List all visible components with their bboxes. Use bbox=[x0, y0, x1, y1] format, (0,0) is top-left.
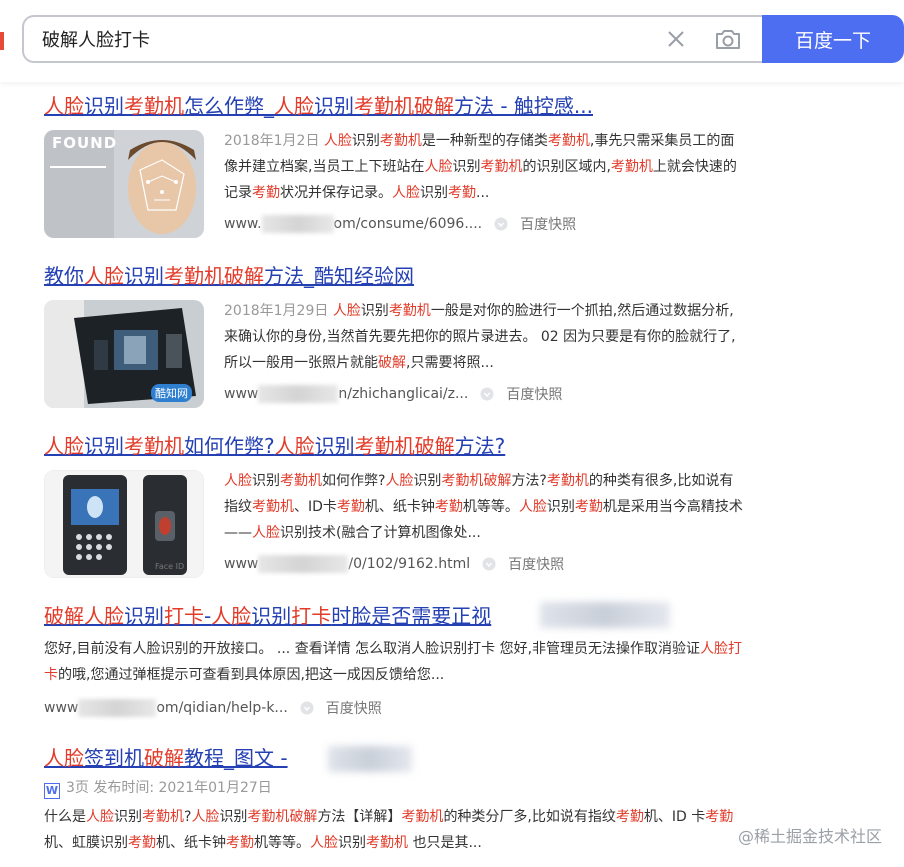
result-snippet: 人脸识别考勤机如何作弊?人脸识别考勤机破解方法?考勤机的种类有很多,比如说有指纹… bbox=[224, 473, 743, 541]
blurred-domain bbox=[261, 215, 334, 233]
result-source: www/0/102/9162.html 百度快照 bbox=[224, 552, 564, 576]
snapshot-link[interactable]: 百度快照 bbox=[506, 384, 562, 404]
result-snippet: 2018年1月29日 人脸识别考勤机一般是对你的脸进行一个抓拍,然后通过数据分析… bbox=[224, 303, 736, 371]
snapshot-link[interactable]: 百度快照 bbox=[508, 554, 564, 574]
shield-icon bbox=[494, 217, 508, 231]
blurred-title-tail bbox=[328, 746, 412, 772]
search-result: 人脸识别考勤机如何作弊?人脸识别考勤机破解方法? Face ID 人脸识别考勤机… bbox=[44, 432, 744, 578]
result-title[interactable]: 人脸识别考勤机怎么作弊_人脸识别考勤机破解方法 - 触控感... bbox=[44, 92, 744, 120]
search-header: 百度一下 bbox=[0, 0, 904, 82]
result-source: www om/qidian/help-k... 百度快照 bbox=[44, 696, 382, 720]
snapshot-link[interactable]: 百度快照 bbox=[520, 214, 576, 234]
shield-icon bbox=[482, 557, 496, 571]
result-title[interactable]: 破解人脸识别打卡-人脸识别打卡时脸是否需要正视 bbox=[44, 602, 544, 630]
logo-fragment bbox=[0, 32, 4, 50]
result-url-prefix[interactable]: www bbox=[224, 556, 258, 572]
search-result: 破解人脸识别打卡-人脸识别打卡时脸是否需要正视 您好,目前没有人脸识别的开放接口… bbox=[44, 602, 764, 717]
result-url[interactable]: /0/102/9162.html bbox=[348, 556, 470, 572]
result-thumbnail[interactable]: 酷知网 bbox=[44, 300, 204, 408]
result-url-prefix[interactable]: www bbox=[44, 700, 78, 716]
result-title[interactable]: 人脸识别考勤机如何作弊?人脸识别考勤机破解方法? bbox=[44, 432, 744, 460]
thumbnail-caption: Face ID bbox=[155, 562, 185, 571]
result-url-prefix[interactable]: www. bbox=[224, 216, 262, 232]
shield-icon bbox=[300, 701, 314, 715]
result-url[interactable]: n/zhichanglicai/z... bbox=[338, 386, 468, 402]
blurred-domain bbox=[258, 555, 349, 573]
snapshot-link[interactable]: 百度快照 bbox=[326, 698, 382, 718]
result-snippet: 什么是人脸识别考勤机?人脸识别考勤机破解方法【详解】考勤机的种类分厂多,比如说有… bbox=[44, 809, 734, 851]
search-result: 人脸签到机破解教程_图文 - W 3页 发布时间: 2021年01月27日 什么是… bbox=[44, 744, 764, 851]
result-thumbnail[interactable]: FOUND bbox=[44, 130, 204, 238]
result-url[interactable]: om/consume/6096.... bbox=[334, 216, 483, 232]
word-doc-icon: W bbox=[44, 783, 60, 799]
result-url[interactable]: om/qidian/help-k... bbox=[156, 700, 287, 716]
result-url-prefix[interactable]: www bbox=[224, 386, 258, 402]
result-title[interactable]: 人脸签到机破解教程_图文 - bbox=[44, 744, 334, 772]
camera-icon[interactable] bbox=[714, 26, 742, 52]
blurred-domain bbox=[258, 385, 339, 403]
result-thumbnail[interactable]: Face ID bbox=[44, 470, 204, 578]
search-input[interactable] bbox=[42, 17, 642, 61]
result-title[interactable]: 教你人脸识别考勤机破解方法_酷知经验网 bbox=[44, 262, 744, 290]
search-result: 教你人脸识别考勤机破解方法_酷知经验网 酷知网 2018年1月29日 人脸识别考… bbox=[44, 262, 744, 408]
search-box bbox=[22, 15, 764, 63]
result-source: www. om/consume/6096.... 百度快照 bbox=[224, 212, 576, 236]
shield-icon bbox=[480, 387, 494, 401]
blurred-title-tail bbox=[540, 602, 670, 628]
clear-icon[interactable] bbox=[664, 27, 688, 51]
site-watermark: @稀土掘金技术社区 bbox=[737, 827, 882, 846]
result-meta: W 3页 发布时间: 2021年01月27日 bbox=[44, 780, 272, 799]
result-snippet: 您好,目前没有人脸识别的开放接口。 ... 查看详情 怎么取消人脸识别打卡 您好… bbox=[44, 641, 743, 683]
blurred-domain bbox=[78, 699, 157, 717]
search-result: 人脸识别考勤机怎么作弊_人脸识别考勤机破解方法 - 触控感... FOUND 2… bbox=[44, 92, 744, 238]
search-button[interactable]: 百度一下 bbox=[762, 15, 904, 63]
result-snippet: 2018年1月2日 人脸识别考勤机是一种新型的存储类考勤机,事先只需采集员工的面… bbox=[224, 133, 737, 201]
watermark-badge: 酷知网 bbox=[151, 384, 192, 402]
result-source: www n/zhichanglicai/z... 百度快照 bbox=[224, 382, 562, 406]
thumbnail-caption: FOUND bbox=[52, 134, 118, 152]
